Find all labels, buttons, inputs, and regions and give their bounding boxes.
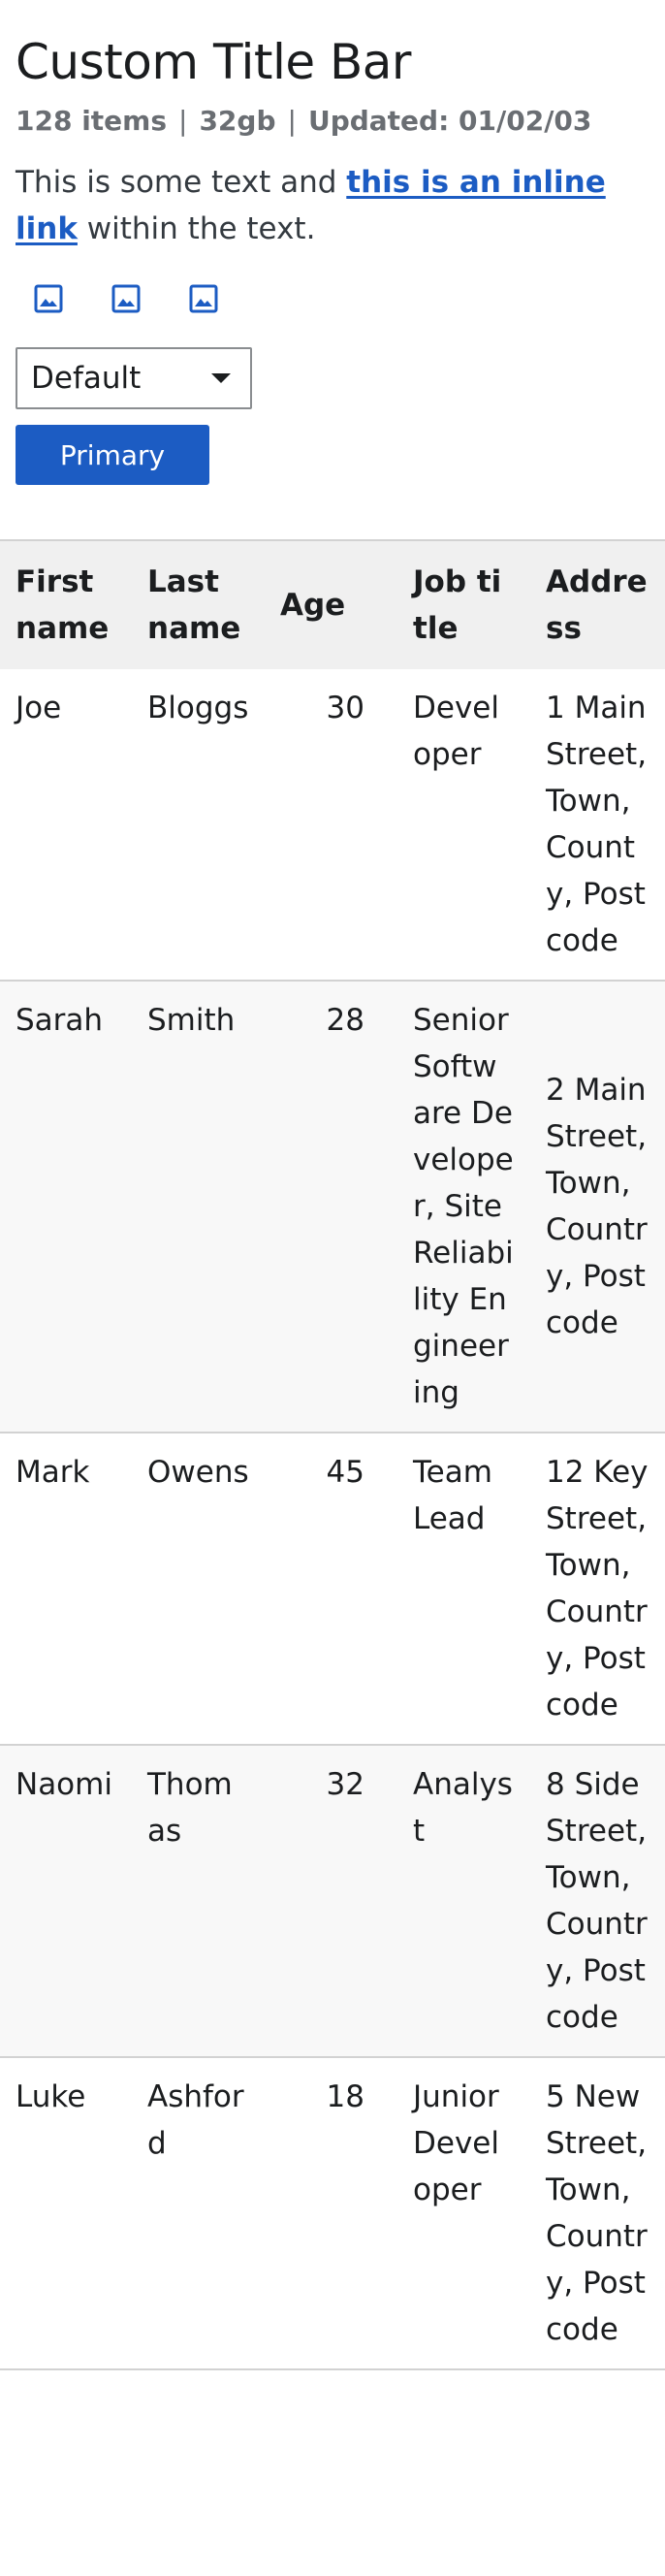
paragraph-text-after: within the text. <box>77 211 316 246</box>
paragraph-text-before: This is some text and <box>16 165 347 200</box>
default-select[interactable]: Default <box>16 347 252 409</box>
cell-address: 8 Side Street, Town, Country, Postcode <box>546 1767 648 2035</box>
cell-age: 45 <box>326 1455 364 1490</box>
cell-first-name: Sarah <box>16 1003 104 1038</box>
column-header-address[interactable]: Address <box>530 540 665 669</box>
page-header: Custom Title Bar 128 items | 32gb | Updated:… <box>0 0 665 485</box>
cell-age: 32 <box>326 1767 364 1802</box>
meta-item-count: 128 items <box>16 105 168 137</box>
cell-age: 30 <box>326 691 364 725</box>
cell-address: 1 Main Street, Town, County, Postcode <box>546 691 648 958</box>
cell-first-name: Mark <box>16 1455 90 1490</box>
column-header-age[interactable]: Age <box>265 540 397 669</box>
table-row: Joe Bloggs 30 Developer 1 Main Street, T… <box>0 669 665 981</box>
data-table: First name Last name Age Job title Addre… <box>0 539 665 2370</box>
chevron-down-icon <box>211 373 231 383</box>
cell-last-name: Smith <box>147 1003 236 1038</box>
cell-age: 28 <box>326 1003 364 1038</box>
meta-separator: | <box>287 105 297 137</box>
cell-job-title: Developer <box>413 691 499 772</box>
cell-job-title: Senior Software Developer, Site Reliabil… <box>413 1003 514 1410</box>
meta-item-updated: Updated: 01/02/03 <box>307 105 592 137</box>
cell-last-name: Owens <box>147 1455 249 1490</box>
table-row: Naomi Thomas 32 Analyst 8 Side Street, T… <box>0 1745 665 2057</box>
column-header-first-name[interactable]: First name <box>0 540 132 669</box>
image-icon <box>34 284 63 313</box>
cell-last-name: Bloggs <box>147 691 249 725</box>
cell-job-title: Analyst <box>413 1767 513 1849</box>
image-icon-button-1[interactable] <box>29 279 68 318</box>
image-icon <box>189 284 218 313</box>
select-value: Default <box>31 361 142 396</box>
image-icon <box>111 284 141 313</box>
cell-age: 18 <box>326 2079 364 2114</box>
image-icon-button-2[interactable] <box>107 279 145 318</box>
icon-button-group <box>16 279 649 318</box>
cell-job-title: Junior Developer <box>413 2079 499 2207</box>
page-title: Custom Title Bar <box>16 34 412 90</box>
cell-last-name: Ashford <box>147 2079 244 2161</box>
table-header-row: First name Last name Age Job title Addre… <box>0 540 665 669</box>
cell-address: 2 Main Street, Town, Country, Postcode <box>546 1073 648 1340</box>
table-row: Sarah Smith 28 Senior Software Developer… <box>0 981 665 1433</box>
cell-address: 5 New Street, Town, Country, Postcode <box>546 2079 648 2347</box>
cell-address: 12 Key Street, Town, Country, Postcode <box>546 1455 649 1723</box>
cell-first-name: Joe <box>16 691 62 725</box>
image-icon-button-3[interactable] <box>184 279 223 318</box>
meta-separator: | <box>178 105 188 137</box>
cell-first-name: Naomi <box>16 1767 112 1802</box>
column-header-last-name[interactable]: Last name <box>132 540 265 669</box>
meta-item-size: 32gb <box>199 105 276 137</box>
cell-first-name: Luke <box>16 2079 86 2114</box>
cell-last-name: Thomas <box>147 1767 233 1849</box>
primary-button[interactable]: Primary <box>16 425 209 485</box>
metadata-line: 128 items | 32gb | Updated: 01/02/03 <box>16 105 649 138</box>
body-paragraph: This is some text and this is an inline … <box>16 159 649 252</box>
column-header-job-title[interactable]: Job title <box>397 540 530 669</box>
table-row: Luke Ashford 18 Junior Developer 5 New S… <box>0 2057 665 2369</box>
table-row: Mark Owens 45 Team Lead 12 Key Street, T… <box>0 1433 665 1745</box>
cell-job-title: Team Lead <box>413 1455 492 1536</box>
